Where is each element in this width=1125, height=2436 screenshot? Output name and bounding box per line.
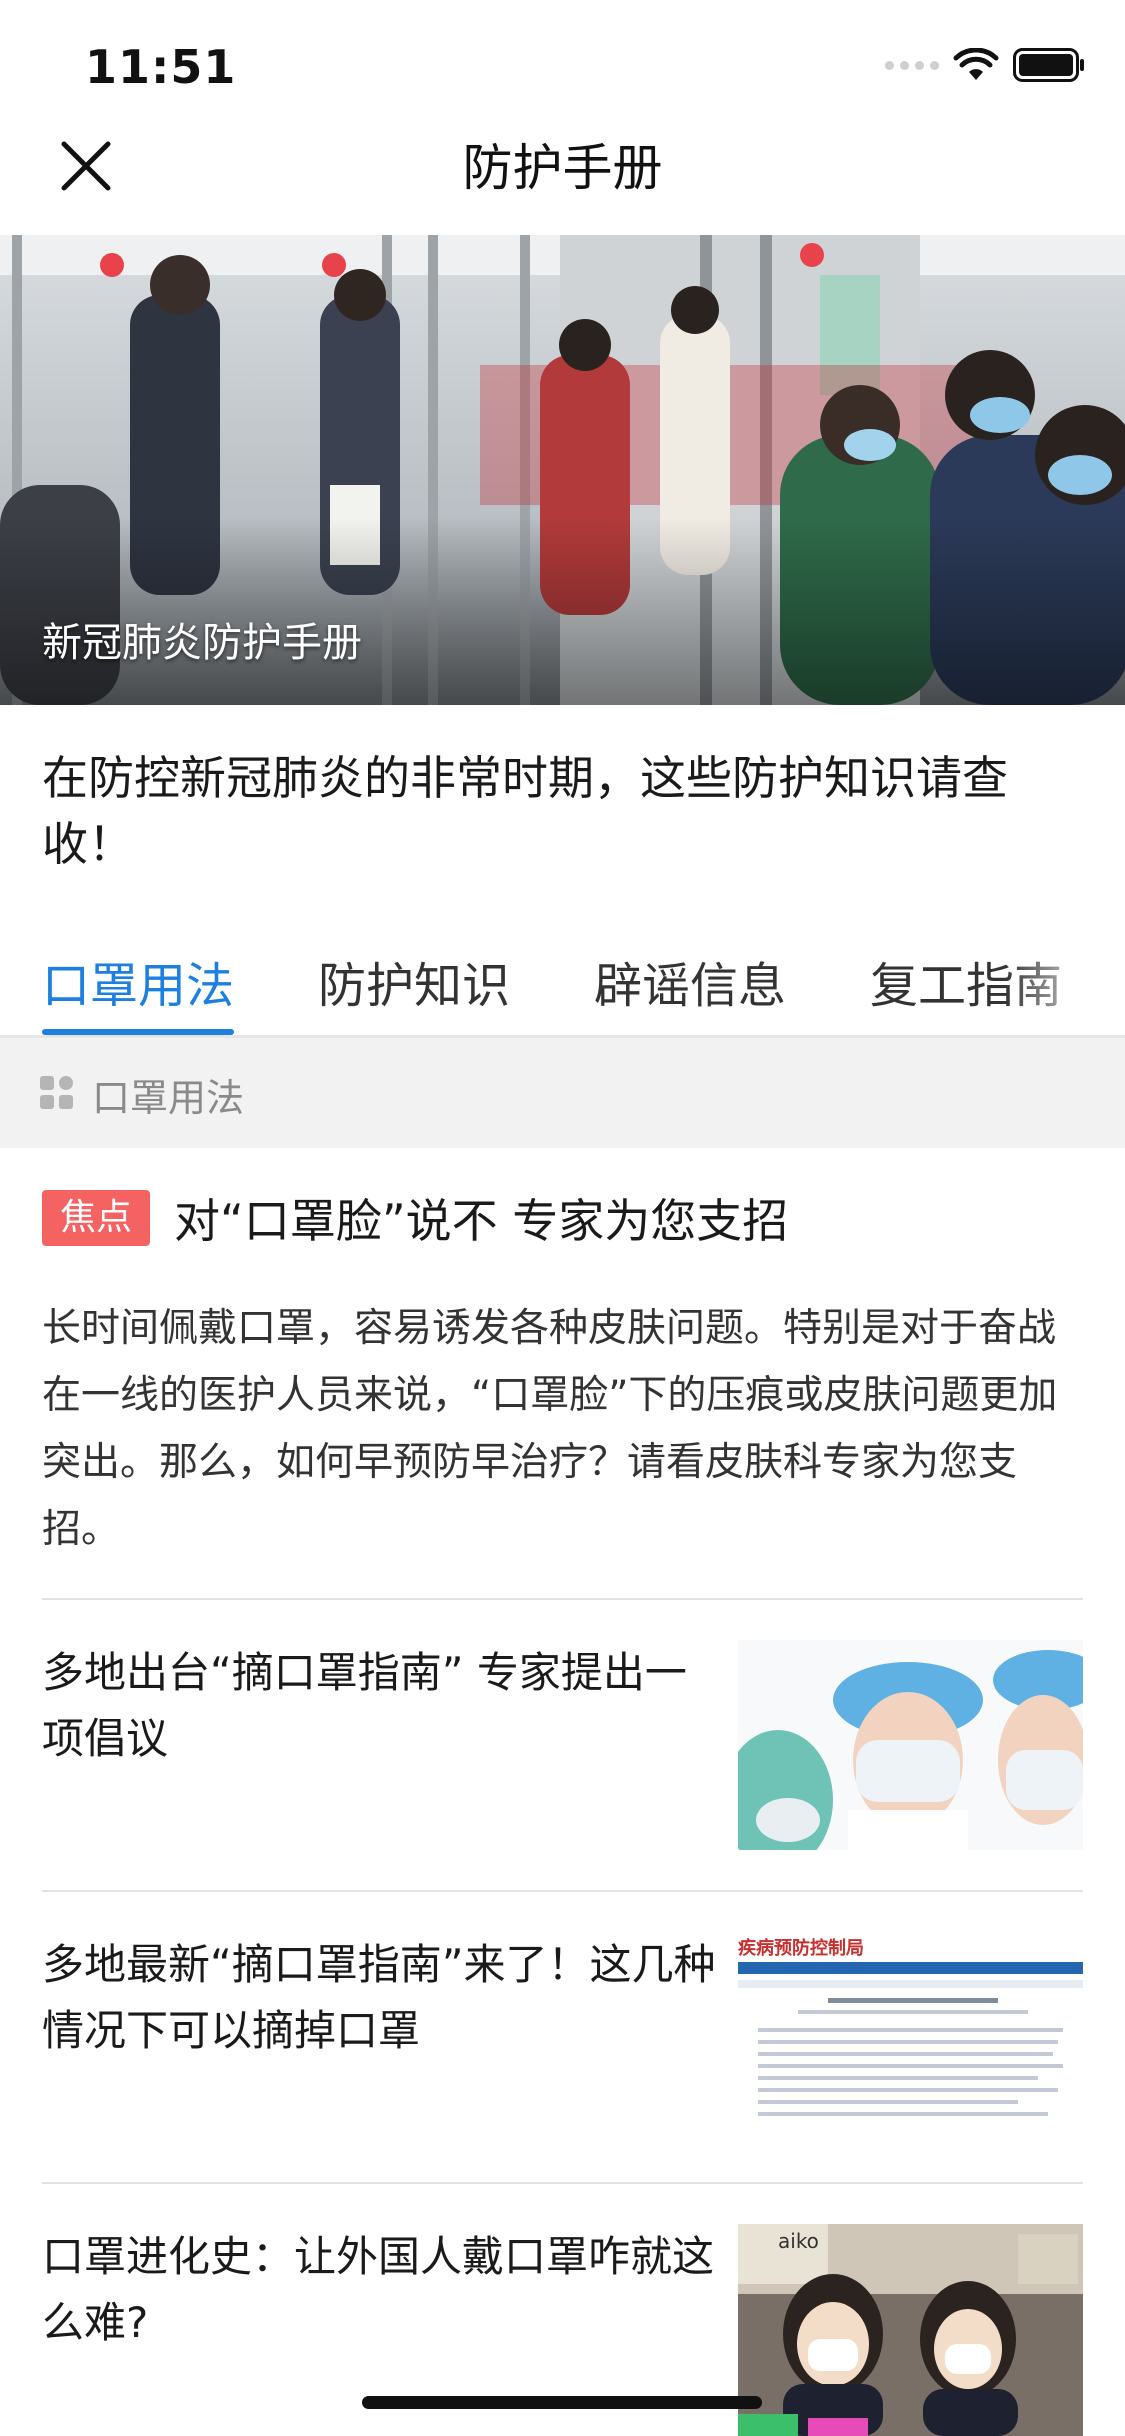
news-item[interactable]: 多地出台“摘口罩指南” 专家提出一项倡议 — [42, 1640, 1083, 1850]
tabs-fade — [1005, 930, 1125, 1035]
tab-protection-knowledge[interactable]: 防护知识 — [318, 946, 510, 1016]
thumbnail-sign-text: aiko — [778, 2229, 819, 2253]
wifi-icon — [953, 48, 999, 80]
intro-text: 在防控新冠肺炎的非常时期，这些防护知识请查收！ — [42, 751, 1008, 871]
category-tabs: 口罩用法 防护知识 辟谣信息 复工指南 — [0, 930, 1125, 1038]
active-tab-indicator — [42, 1029, 234, 1035]
news-title: 多地出台“摘口罩指南” 专家提出一项倡议 — [42, 1648, 687, 1763]
news-item[interactable]: 多地最新“摘口罩指南”来了！这几种情况下可以摘掉口罩 疾病预防控制局 — [42, 1932, 1083, 2142]
section-header: 口罩用法 — [0, 1038, 1125, 1148]
tab-mask-usage[interactable]: 口罩用法 — [42, 946, 234, 1016]
thumbnail-header-text: 疾病预防控制局 — [738, 1937, 864, 1959]
nav-bar: 防护手册 — [0, 100, 1125, 235]
status-icons — [885, 48, 1085, 82]
news-thumbnail: 疾病预防控制局 — [738, 1932, 1083, 2142]
focus-badge: 焦点 — [42, 1190, 151, 1246]
cellular-signal-icon — [885, 60, 939, 70]
section-label: 口罩用法 — [92, 1076, 245, 1120]
tab-rumor-debunk[interactable]: 辟谣信息 — [594, 946, 786, 1016]
featured-article-title: 对“口罩脸”说不 专家为您支招 — [174, 1194, 789, 1248]
hero-banner[interactable]: 新冠肺炎防护手册 — [0, 235, 1125, 705]
featured-article-description: 长时间佩戴口罩，容易诱发各种皮肤问题。特别是对于奋战在一线的医护人员来说，“口罩… — [42, 1306, 1058, 1552]
status-time: 11:51 — [85, 40, 237, 94]
news-title: 口罩进化史：让外国人戴口罩咋就这么难? — [42, 2232, 715, 2347]
featured-article[interactable]: 焦点 对“口罩脸”说不 专家为您支招 — [42, 1185, 1082, 1251]
divider — [42, 1598, 1083, 1600]
divider — [42, 2182, 1083, 2184]
news-title: 多地最新“摘口罩指南”来了！这几种情况下可以摘掉口罩 — [42, 1940, 716, 2055]
news-thumbnail — [738, 1640, 1083, 1850]
page-title: 防护手册 — [462, 139, 663, 197]
battery-icon — [1013, 48, 1084, 82]
news-thumbnail: aiko — [738, 2224, 1083, 2436]
home-indicator[interactable] — [362, 2396, 762, 2409]
grid-icon — [40, 1076, 73, 1109]
divider — [42, 1890, 1083, 1892]
hero-caption: 新冠肺炎防护手册 — [42, 620, 362, 666]
